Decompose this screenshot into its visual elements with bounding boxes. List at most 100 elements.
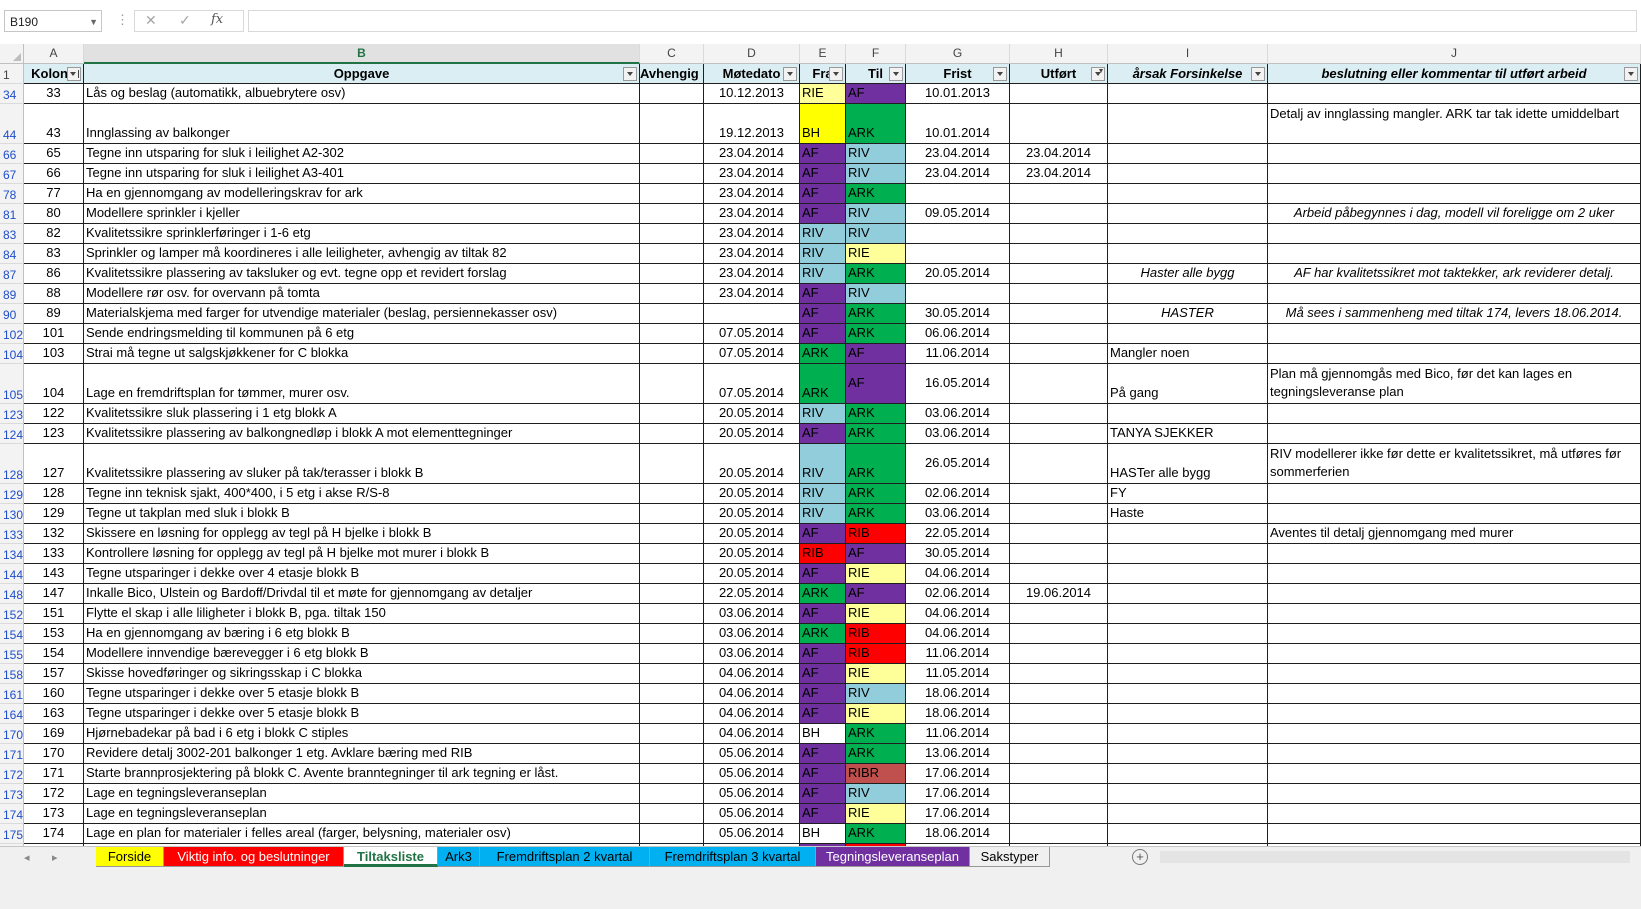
row-number[interactable]: 171 — [0, 744, 24, 764]
cell-c[interactable] — [640, 244, 704, 264]
cell-g[interactable] — [906, 224, 1010, 244]
cell-j[interactable] — [1268, 664, 1641, 684]
cell-d[interactable]: 05.06.2014 — [704, 804, 800, 824]
cell-d[interactable]: 23.04.2014 — [704, 144, 800, 164]
cell-j[interactable]: AF har kvalitetssikret mot taktekker, ar… — [1268, 264, 1641, 284]
check-icon[interactable]: ✓ — [179, 12, 191, 29]
cancel-icon[interactable]: ✕ — [145, 12, 157, 29]
cell-d[interactable]: 03.06.2014 — [704, 644, 800, 664]
cell-b[interactable]: Tegne ut takplan med sluk i blokk B — [84, 504, 640, 524]
cell-f[interactable]: AF — [846, 344, 906, 364]
cell-a[interactable]: 163 — [24, 704, 84, 724]
cell-a[interactable]: 65 — [24, 144, 84, 164]
cell-f[interactable]: RIB — [846, 644, 906, 664]
row-number[interactable]: 175 — [0, 824, 24, 844]
cell-a[interactable]: 170 — [24, 744, 84, 764]
sheet-tab-fremdriftsplan-3-kvartal[interactable]: Fremdriftsplan 3 kvartal — [650, 847, 816, 867]
row-number[interactable]: 124 — [0, 424, 24, 444]
cell-d[interactable]: 23.04.2014 — [704, 244, 800, 264]
cell-a[interactable]: 153 — [24, 624, 84, 644]
row-number[interactable]: 89 — [0, 284, 24, 304]
cell-b[interactable]: Kontrollere løsning for opplegg av tegl … — [84, 544, 640, 564]
cell-e[interactable]: RIV — [800, 244, 846, 264]
cell-i[interactable] — [1108, 204, 1268, 224]
formula-input[interactable] — [248, 10, 1637, 32]
cell-e[interactable]: AF — [800, 644, 846, 664]
cell-g[interactable]: 11.05.2014 — [906, 664, 1010, 684]
cell-h[interactable] — [1010, 444, 1108, 484]
cell-j[interactable] — [1268, 684, 1641, 704]
cell-a[interactable]: 80 — [24, 204, 84, 224]
cell-i[interactable] — [1108, 84, 1268, 104]
cell-j[interactable] — [1268, 484, 1641, 504]
cell-e[interactable]: AF — [800, 164, 846, 184]
cell-i[interactable] — [1108, 624, 1268, 644]
filter-dropdown-icon[interactable] — [1091, 67, 1105, 81]
cell-h[interactable] — [1010, 524, 1108, 544]
cell-f[interactable]: AF — [846, 544, 906, 564]
cell-e[interactable]: RIV — [800, 504, 846, 524]
cell-j[interactable]: Aventes til detalj gjennomgang med murer — [1268, 524, 1641, 544]
cell-d[interactable]: 20.05.2014 — [704, 544, 800, 564]
cell-d[interactable]: 04.06.2014 — [704, 664, 800, 684]
cell-i[interactable] — [1108, 224, 1268, 244]
cell-d[interactable]: 23.04.2014 — [704, 264, 800, 284]
cell-c[interactable] — [640, 84, 704, 104]
cell-f[interactable]: RIE — [846, 604, 906, 624]
cell-c[interactable] — [640, 564, 704, 584]
cell-i[interactable] — [1108, 164, 1268, 184]
cell-d[interactable]: 23.04.2014 — [704, 204, 800, 224]
cell-c[interactable] — [640, 104, 704, 144]
column-header-f[interactable]: F — [846, 44, 906, 64]
cell-g[interactable]: 18.06.2014 — [906, 704, 1010, 724]
cell-b[interactable]: Tegne inn utsparing for sluk i leilighet… — [84, 144, 640, 164]
cell-i[interactable]: TANYA SJEKKER — [1108, 424, 1268, 444]
cell-j[interactable]: Plan må gjennomgås med Bico, før det kan… — [1268, 364, 1641, 404]
cell-j[interactable] — [1268, 324, 1641, 344]
filter-dropdown-icon[interactable] — [829, 67, 843, 81]
cell-j[interactable]: Arbeid påbegynnes i dag, modell vil fore… — [1268, 204, 1641, 224]
cell-d[interactable]: 23.04.2014 — [704, 184, 800, 204]
cell-c[interactable] — [640, 484, 704, 504]
cell-a[interactable]: 122 — [24, 404, 84, 424]
sheet-tab-fremdriftsplan-2-kvartal[interactable]: Fremdriftsplan 2 kvartal — [480, 847, 650, 867]
cell-a[interactable]: 172 — [24, 784, 84, 804]
cell-a[interactable]: 123 — [24, 424, 84, 444]
cell-d[interactable]: 05.06.2014 — [704, 824, 800, 844]
cell-c[interactable] — [640, 284, 704, 304]
cell-b[interactable]: Ha en gjennomgang av modelleringskrav fo… — [84, 184, 640, 204]
cell-d[interactable]: 20.05.2014 — [704, 424, 800, 444]
row-number[interactable]: 104 — [0, 344, 24, 364]
chevron-down-icon[interactable]: ▼ — [89, 11, 98, 33]
cell-e[interactable]: ARK — [800, 344, 846, 364]
cell-f[interactable]: ARK — [846, 824, 906, 844]
cell-a[interactable]: 103 — [24, 344, 84, 364]
row-number[interactable]: 158 — [0, 664, 24, 684]
cell-a[interactable]: 154 — [24, 644, 84, 664]
cell-c[interactable] — [640, 644, 704, 664]
cell-c[interactable] — [640, 164, 704, 184]
sheet-tab-forside[interactable]: Forside — [96, 847, 164, 867]
cell-b[interactable]: Ha en gjennomgang av bæring i 6 etg blok… — [84, 624, 640, 644]
cell-i[interactable] — [1108, 284, 1268, 304]
cell-a[interactable]: 89 — [24, 304, 84, 324]
cell-b[interactable]: Sprinkler og lamper må koordineres i all… — [84, 244, 640, 264]
cell-e[interactable]: AF — [800, 684, 846, 704]
cell-c[interactable] — [640, 624, 704, 644]
cell-d[interactable]: 05.06.2014 — [704, 784, 800, 804]
cell-j[interactable]: Detalj av innglassing mangler. ARK tar t… — [1268, 104, 1641, 144]
cell-e[interactable]: RIV — [800, 484, 846, 504]
filter-dropdown-icon[interactable] — [67, 67, 81, 81]
cell-i[interactable] — [1108, 564, 1268, 584]
row-number[interactable]: 134 — [0, 544, 24, 564]
column-header-d[interactable]: D — [704, 44, 800, 64]
cell-g[interactable]: 11.06.2014 — [906, 724, 1010, 744]
cell-f[interactable]: RIE — [846, 564, 906, 584]
cell-e[interactable]: AF — [800, 524, 846, 544]
cell-h[interactable]: 23.04.2014 — [1010, 144, 1108, 164]
cell-c[interactable] — [640, 544, 704, 564]
cell-i[interactable] — [1108, 824, 1268, 844]
row-number[interactable]: 128 — [0, 444, 24, 484]
cell-f[interactable]: RIE — [846, 704, 906, 724]
cell-h[interactable] — [1010, 764, 1108, 784]
